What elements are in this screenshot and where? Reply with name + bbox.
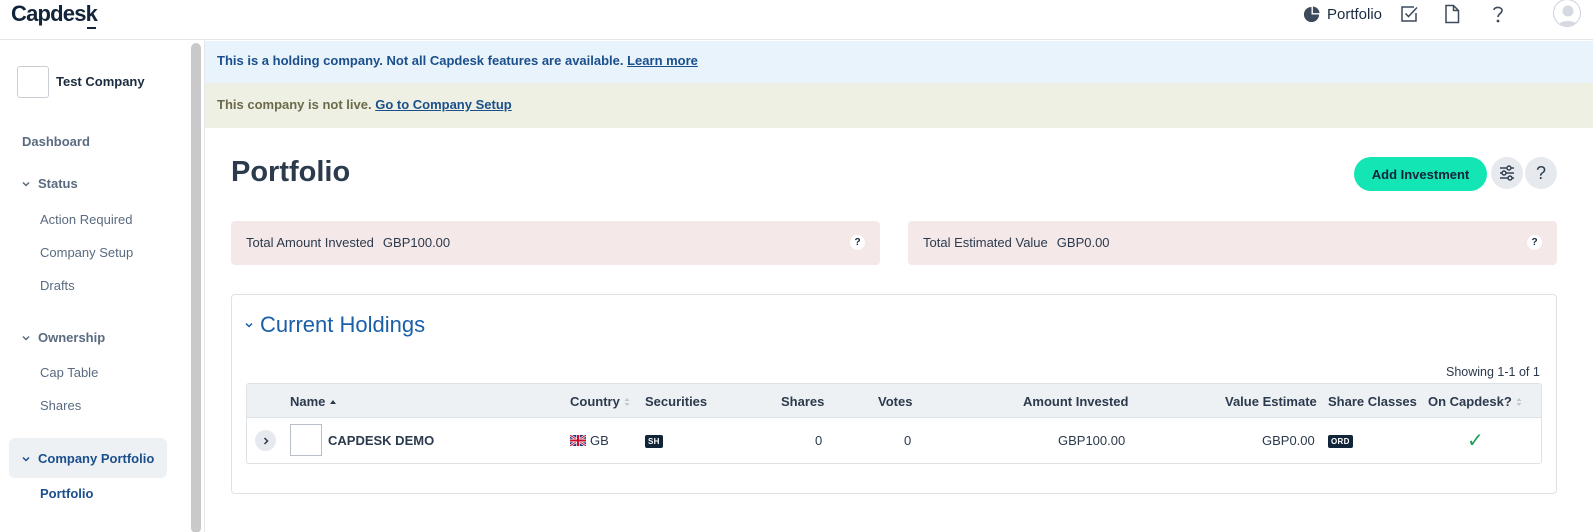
stat-label: Total Estimated Value	[923, 235, 1048, 250]
holdings-table: Name Country Securities Shares Votes Amo…	[246, 383, 1542, 464]
company-logo-placeholder	[17, 66, 49, 98]
column-label: Country	[570, 394, 620, 409]
column-header-share-classes: Share Classes	[1328, 394, 1417, 409]
column-label: On Capdesk?	[1428, 394, 1512, 409]
holding-votes: 0	[904, 433, 912, 448]
sidebar-item-shares[interactable]: Shares	[40, 398, 81, 413]
column-header-shares: Shares	[781, 394, 825, 409]
sidebar-item-dashboard[interactable]: Dashboard	[22, 134, 90, 149]
stat-value: GBP100.00	[382, 235, 451, 250]
sidebar-group-status[interactable]: Status	[22, 176, 78, 191]
go-to-company-setup-link[interactable]: Go to Company Setup	[375, 97, 512, 112]
current-holdings-title: Current Holdings	[260, 312, 426, 337]
nav-portfolio-link[interactable]: Portfolio	[1303, 4, 1382, 24]
sidebar-group-label: Status	[38, 176, 78, 191]
column-header-name[interactable]: Name	[290, 394, 337, 409]
document-icon[interactable]	[1441, 3, 1463, 25]
sort-icon	[1516, 397, 1522, 406]
holding-banner-text: This is a holding company. Not all Capde…	[217, 53, 628, 68]
company-name[interactable]: Test Company	[56, 74, 145, 89]
column-header-securities: Securities	[645, 394, 708, 409]
sidebar-group-ownership[interactable]: Ownership	[22, 330, 105, 345]
user-avatar-icon[interactable]	[1553, 0, 1581, 27]
country-code: GB	[590, 433, 609, 448]
holding-name[interactable]: CAPDESK DEMO	[328, 433, 434, 448]
stat-help-icon[interactable]: ?	[1527, 235, 1542, 250]
sidebar-item-action-required[interactable]: Action Required	[40, 212, 133, 227]
current-holdings-toggle[interactable]: Current Holdings	[245, 312, 425, 338]
pie-chart-icon	[1303, 5, 1320, 22]
page-help-button[interactable]: ?	[1525, 157, 1557, 189]
column-header-value-estimate: Value Estimate	[1225, 394, 1317, 409]
column-label: Name	[290, 394, 326, 409]
chevron-down-icon	[22, 456, 30, 462]
logo-text: Capdes	[11, 1, 86, 26]
sidebar-group-label: Company Portfolio	[38, 451, 155, 466]
company-thumbnail	[290, 424, 322, 456]
chevron-right-icon	[263, 436, 269, 445]
nav-portfolio-label: Portfolio	[1327, 5, 1383, 23]
holding-company-banner: This is a holding company. Not all Capde…	[205, 41, 1593, 83]
chevron-down-icon	[245, 322, 253, 328]
total-invested-card: Total Amount Invested GBP100.00 ?	[231, 221, 880, 265]
on-capdesk-check-icon: ✓	[1467, 430, 1484, 452]
uk-flag-icon	[570, 435, 586, 446]
sidebar-scrollbar[interactable]	[191, 43, 201, 532]
column-header-country[interactable]: Country	[570, 394, 630, 409]
page-title: Portfolio	[231, 156, 351, 188]
column-header-on-capdesk[interactable]: On Capdesk?	[1428, 394, 1522, 409]
stat-help-icon[interactable]: ?	[850, 235, 865, 250]
sidebar-group-company-portfolio[interactable]: Company Portfolio	[22, 451, 154, 466]
holding-value-estimate: GBP0.00	[1262, 433, 1315, 448]
table-header: Name Country Securities Shares Votes Amo…	[247, 384, 1541, 418]
learn-more-link[interactable]: Learn more	[627, 53, 698, 68]
not-live-banner: This company is not live. Go to Company …	[205, 83, 1593, 128]
total-estimated-card: Total Estimated Value GBP0.00 ?	[908, 221, 1557, 265]
sliders-icon	[1500, 165, 1514, 181]
help-icon[interactable]	[1487, 3, 1509, 25]
chevron-down-icon	[22, 181, 30, 187]
sidebar-item-drafts[interactable]: Drafts	[40, 278, 75, 293]
sliders-button[interactable]	[1491, 157, 1523, 189]
securities-badge: SH	[645, 432, 663, 448]
share-class-badge: ORD	[1328, 432, 1353, 448]
sidebar-item-portfolio[interactable]: Portfolio	[40, 486, 93, 501]
stat-value: GBP0.00	[1056, 235, 1110, 250]
holding-country: GB	[570, 433, 609, 448]
add-investment-button[interactable]: Add Investment	[1354, 157, 1487, 191]
securities-pill: SH	[645, 435, 663, 448]
column-header-votes: Votes	[878, 394, 913, 409]
top-bar: Capdesk Portfolio	[0, 0, 1593, 40]
column-header-amount-invested: Amount Invested	[1023, 394, 1129, 409]
chevron-down-icon	[22, 335, 30, 341]
sidebar-group-label: Ownership	[38, 330, 106, 345]
not-live-banner-text: This company is not live.	[217, 97, 376, 112]
tasks-checkbox-icon[interactable]	[1398, 3, 1420, 25]
sidebar-item-company-setup[interactable]: Company Setup	[40, 245, 133, 260]
logo-text-k: k	[85, 1, 98, 29]
holding-shares: 0	[815, 433, 823, 448]
sidebar-item-cap-table[interactable]: Cap Table	[40, 365, 98, 380]
sort-icon	[624, 397, 630, 406]
share-class-pill: ORD	[1328, 435, 1353, 448]
pagination-summary: Showing 1-1 of 1	[1446, 365, 1540, 379]
stat-label: Total Amount Invested	[246, 235, 374, 250]
holding-amount-invested: GBP100.00	[1058, 433, 1126, 448]
sort-asc-icon	[330, 399, 337, 404]
expand-row-button[interactable]	[255, 430, 276, 451]
capdesk-logo[interactable]: Capdesk	[11, 1, 98, 29]
